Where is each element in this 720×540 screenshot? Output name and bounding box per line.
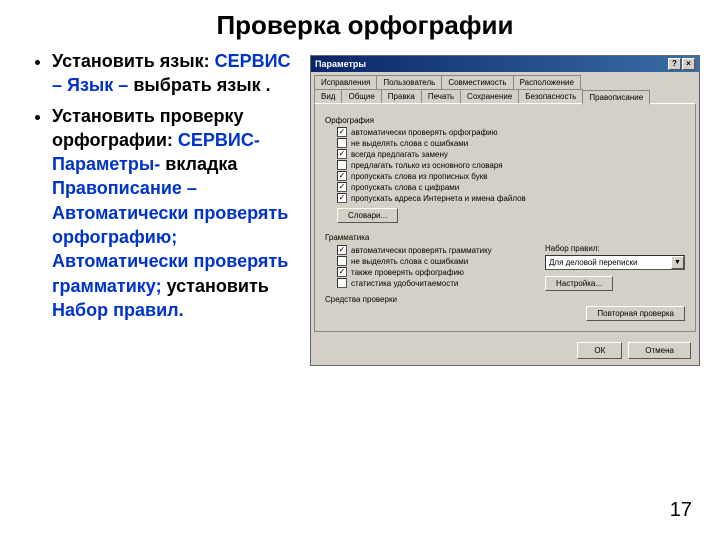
- tab-view[interactable]: Вид: [314, 89, 342, 104]
- group-gram-label: Грамматика: [325, 233, 685, 242]
- settings-button[interactable]: Настройка...: [545, 276, 613, 291]
- orf-option: пропускать адреса Интернета и имена файл…: [337, 193, 685, 203]
- orf-checkbox[interactable]: [337, 193, 347, 203]
- dialog-window: Параметры ? × Исправления Пользователь С…: [310, 55, 700, 366]
- gram-checkbox[interactable]: [337, 278, 347, 288]
- page-title: Проверка орфографии: [30, 10, 700, 41]
- group-orf-label: Орфография: [325, 116, 685, 125]
- ruleset-combo[interactable]: Для деловой переписки ▼: [545, 255, 685, 270]
- gram-checkbox[interactable]: [337, 256, 347, 266]
- tab-user[interactable]: Пользователь: [376, 75, 442, 89]
- tab-location[interactable]: Расположение: [513, 75, 581, 89]
- orf-checkbox[interactable]: [337, 182, 347, 192]
- chevron-down-icon[interactable]: ▼: [671, 256, 684, 269]
- orf-label: пропускать слова из прописных букв: [351, 172, 487, 181]
- page-number: 17: [670, 499, 692, 522]
- bullet-list: Установить язык: СЕРВИС – Язык – выбрать…: [30, 49, 298, 366]
- tab-spelling[interactable]: Правописание: [582, 90, 650, 105]
- orf-option: пропускать слова из прописных букв: [337, 171, 685, 181]
- window-title: Параметры: [315, 59, 366, 69]
- ruleset-value: Для деловой переписки: [546, 258, 671, 267]
- gram-option: также проверять орфографию: [337, 267, 525, 277]
- tabs-row-2: Вид Общие Правка Печать Сохранение Безоп…: [311, 89, 699, 104]
- titlebar: Параметры ? ×: [311, 56, 699, 72]
- text: вкладка: [165, 154, 237, 174]
- ok-button[interactable]: ОК: [577, 342, 622, 359]
- orf-label: автоматически проверять орфографию: [351, 128, 498, 137]
- orf-label: пропускать слова с цифрами: [351, 183, 459, 192]
- tab-save[interactable]: Сохранение: [460, 89, 519, 104]
- orf-label: не выделять слова с ошибками: [351, 139, 468, 148]
- gram-label: не выделять слова с ошибками: [351, 257, 468, 266]
- orf-checkbox[interactable]: [337, 149, 347, 159]
- orf-label: предлагать только из основного словаря: [351, 161, 503, 170]
- orf-option: пропускать слова с цифрами: [337, 182, 685, 192]
- cancel-button[interactable]: Отмена: [628, 342, 691, 359]
- tabs-row-1: Исправления Пользователь Совместимость Р…: [311, 72, 699, 89]
- orf-label: всегда предлагать замену: [351, 150, 448, 159]
- text: выбрать язык .: [133, 75, 270, 95]
- bullet-2: Установить проверку орфографии: СЕРВИС-П…: [52, 104, 298, 323]
- orf-checkbox[interactable]: [337, 138, 347, 148]
- group-tools-label: Средства проверки: [325, 295, 685, 304]
- gram-label: автоматически проверять грамматику: [351, 246, 492, 255]
- tab-compat[interactable]: Совместимость: [441, 75, 513, 89]
- tab-security[interactable]: Безопасность: [518, 89, 583, 104]
- recheck-button[interactable]: Повторная проверка: [586, 306, 685, 321]
- tab-edit[interactable]: Правка: [381, 89, 422, 104]
- orf-option: предлагать только из основного словаря: [337, 160, 685, 170]
- tab-print[interactable]: Печать: [421, 89, 461, 104]
- orf-checkbox[interactable]: [337, 127, 347, 137]
- orf-option: не выделять слова с ошибками: [337, 138, 685, 148]
- orf-option: всегда предлагать замену: [337, 149, 685, 159]
- dictionaries-button[interactable]: Словари...: [337, 208, 398, 223]
- orf-checkbox[interactable]: [337, 160, 347, 170]
- gram-checkbox[interactable]: [337, 267, 347, 277]
- text-blue: Набор правил.: [52, 300, 184, 320]
- tab-general[interactable]: Общие: [341, 89, 381, 104]
- bullet-1: Установить язык: СЕРВИС – Язык – выбрать…: [52, 49, 298, 98]
- tab-panel: Орфография автоматически проверять орфог…: [314, 103, 696, 332]
- orf-label: пропускать адреса Интернета и имена файл…: [351, 194, 526, 203]
- orf-option: автоматически проверять орфографию: [337, 127, 685, 137]
- gram-option: статистика удобочитаемости: [337, 278, 525, 288]
- gram-checkbox[interactable]: [337, 245, 347, 255]
- gram-label: статистика удобочитаемости: [351, 279, 458, 288]
- orf-checkbox[interactable]: [337, 171, 347, 181]
- help-button[interactable]: ?: [668, 58, 681, 70]
- dialog-footer: ОК Отмена: [311, 336, 699, 365]
- gram-option: не выделять слова с ошибками: [337, 256, 525, 266]
- gram-label: также проверять орфографию: [351, 268, 464, 277]
- text: Установить язык:: [52, 51, 215, 71]
- gram-option: автоматически проверять грамматику: [337, 245, 525, 255]
- ruleset-label: Набор правил:: [545, 244, 685, 253]
- text: установить: [167, 276, 269, 296]
- tab-corrections[interactable]: Исправления: [314, 75, 377, 89]
- close-button[interactable]: ×: [682, 58, 695, 70]
